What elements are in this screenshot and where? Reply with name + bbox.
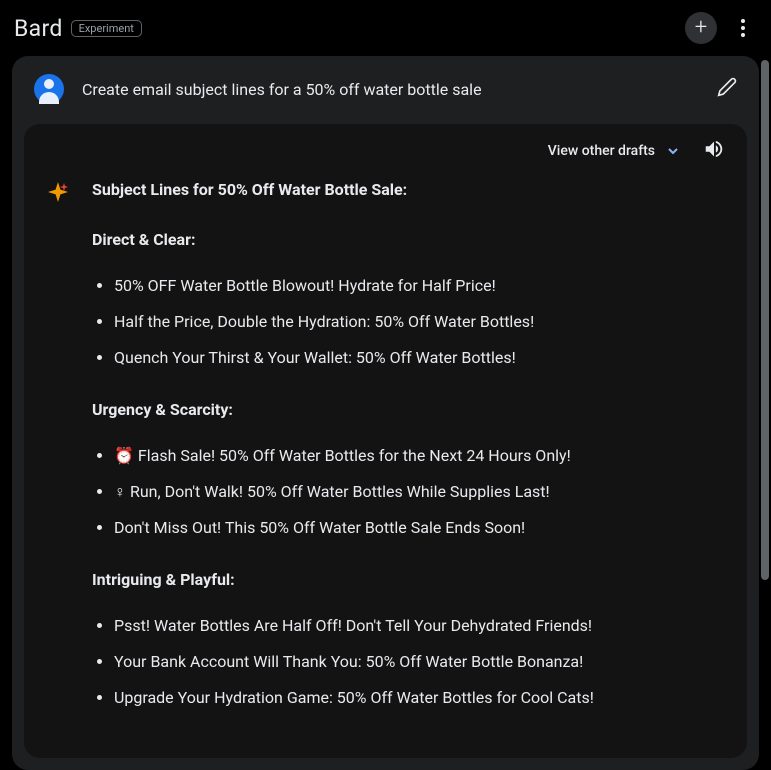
prompt-row: Create email subject lines for a 50% off… [12, 56, 759, 122]
list-item: Quench Your Thirst & Your Wallet: 50% Of… [114, 346, 725, 370]
edit-prompt-button[interactable] [717, 77, 737, 101]
prompt-left: Create email subject lines for a 50% off… [34, 74, 482, 104]
scrollbar[interactable] [761, 56, 769, 696]
text-to-speech-button[interactable] [703, 138, 725, 164]
conversation-container: Create email subject lines for a 50% off… [12, 56, 759, 770]
user-avatar [34, 74, 64, 104]
speaker-icon [703, 138, 725, 160]
section-heading: Urgency & Scarcity: [92, 398, 725, 422]
header-right: + [685, 12, 755, 44]
bullet-list: ⏰ Flash Sale! 50% Off Water Bottles for … [92, 444, 725, 540]
new-chat-button[interactable]: + [685, 12, 717, 44]
list-item: Your Bank Account Will Thank You: 50% Of… [114, 650, 725, 674]
list-item: Upgrade Your Hydration Game: 50% Off Wat… [114, 686, 725, 710]
list-item: 50% OFF Water Bottle Blowout! Hydrate fo… [114, 274, 725, 298]
more-vertical-icon [741, 19, 745, 37]
bard-spark-icon [46, 180, 70, 738]
prompt-text: Create email subject lines for a 50% off… [82, 80, 482, 99]
list-item: ♀ Run, Don't Walk! 50% Off Water Bottles… [114, 480, 725, 504]
bullet-list: Psst! Water Bottles Are Half Off! Don't … [92, 614, 725, 710]
brand-name: Bard [14, 15, 63, 42]
response-content: Subject Lines for 50% Off Water Bottle S… [92, 178, 725, 738]
list-item: Psst! Water Bottles Are Half Off! Don't … [114, 614, 725, 638]
bullet-list: 50% OFF Water Bottle Blowout! Hydrate fo… [92, 274, 725, 370]
response-body: Subject Lines for 50% Off Water Bottle S… [24, 178, 747, 738]
more-menu-button[interactable] [731, 16, 755, 40]
experiment-badge: Experiment [71, 20, 142, 37]
list-item: Half the Price, Double the Hydration: 50… [114, 310, 725, 334]
chevron-down-icon [665, 143, 681, 159]
header-left: Bard Experiment [14, 15, 142, 42]
pencil-icon [717, 77, 737, 97]
list-item: ⏰ Flash Sale! 50% Off Water Bottles for … [114, 444, 725, 468]
response-card: View other drafts [24, 124, 747, 758]
response-title: Subject Lines for 50% Off Water Bottle S… [92, 178, 725, 202]
section-heading: Intriguing & Playful: [92, 568, 725, 592]
drafts-label: View other drafts [548, 143, 655, 159]
view-drafts-button[interactable]: View other drafts [548, 143, 681, 159]
app-header: Bard Experiment + [0, 0, 771, 56]
list-item: Don't Miss Out! This 50% Off Water Bottl… [114, 516, 725, 540]
section-heading: Direct & Clear: [92, 228, 725, 252]
plus-icon: + [695, 17, 707, 39]
response-header: View other drafts [24, 124, 747, 178]
scrollbar-thumb[interactable] [761, 60, 769, 580]
main-content: Create email subject lines for a 50% off… [0, 56, 771, 770]
